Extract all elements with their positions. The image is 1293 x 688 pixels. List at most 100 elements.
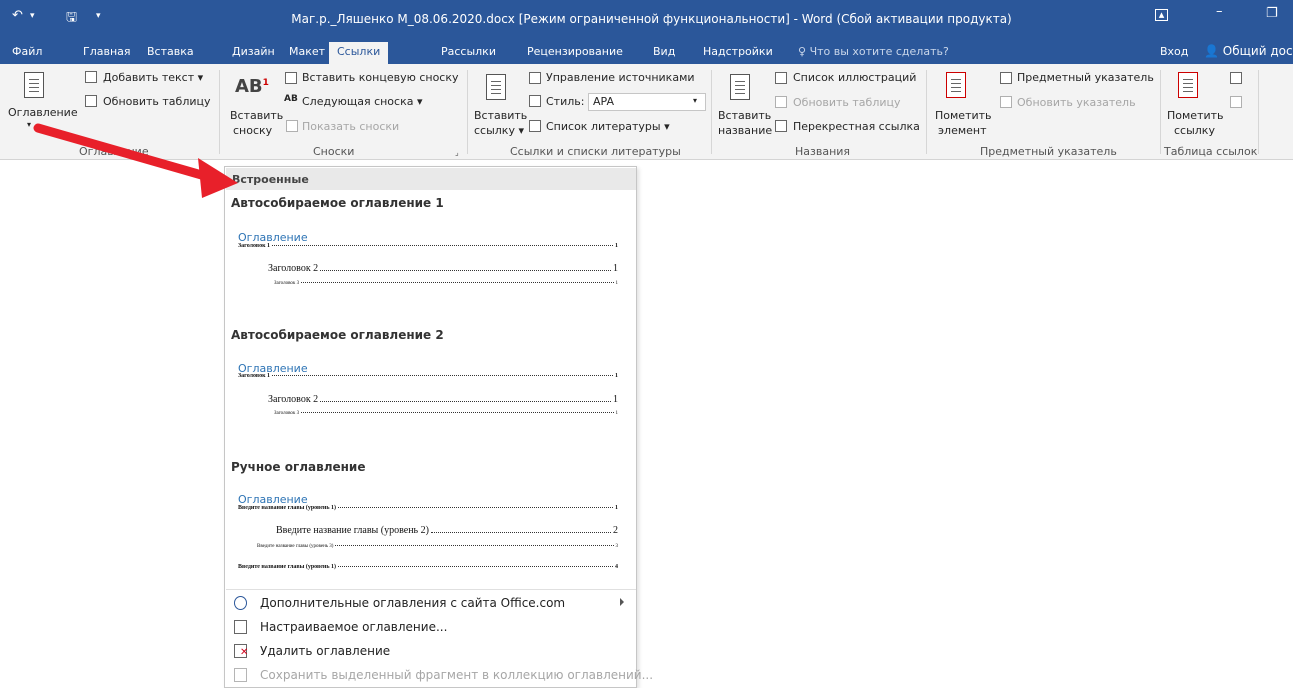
- remove-toc-menu-item[interactable]: ✕ Удалить оглавление: [226, 640, 636, 662]
- toc-preview-line: Введите название главы (уровень 3) 3: [257, 544, 618, 549]
- delete-document-icon: ✕: [234, 644, 248, 658]
- show-notes-icon: [286, 120, 298, 132]
- lightbulb-icon: ♀: [798, 45, 810, 58]
- separator: [1258, 70, 1259, 154]
- update-index-icon: [1000, 96, 1012, 108]
- toc-preview-line: Введите название главы (уровень 1) 1: [238, 505, 618, 511]
- custom-toc-menu-item[interactable]: Настраиваемое оглавление...: [226, 616, 636, 638]
- show-notes-button[interactable]: Показать сноски: [302, 120, 399, 133]
- mark-citation-button-line2[interactable]: ссылку: [1174, 124, 1215, 137]
- table-of-figures-icon: [775, 72, 787, 84]
- office-globe-icon: [234, 596, 247, 610]
- cross-reference-button[interactable]: Перекрестная ссылка: [793, 120, 920, 133]
- gallery-section-header: Встроенные: [226, 168, 636, 190]
- tell-me-search[interactable]: ♀ Что вы хотите сделать?: [798, 45, 949, 58]
- toc-preview-line: Заголовок 11: [238, 373, 618, 379]
- add-text-button[interactable]: Добавить текст ▾: [103, 71, 203, 84]
- table-of-contents-button[interactable]: Оглавление: [8, 106, 78, 119]
- insert-caption-button-line2[interactable]: название: [718, 124, 772, 137]
- share-button[interactable]: 👤 Общий дост: [1204, 44, 1293, 58]
- window-title: Маг.р._Ляшенко М_08.06.2020.docx [Режим …: [291, 12, 1012, 26]
- tab-file[interactable]: Файл: [12, 45, 42, 58]
- update-table-of-authorities-icon[interactable]: [1230, 96, 1242, 108]
- insert-index-icon: [1000, 72, 1012, 84]
- manual-toc-option[interactable]: Ручное оглавление Оглавление Введите наз…: [226, 455, 636, 587]
- title-bar: ↶ ▾ 🖫 ▾ Маг.р._Ляшенко М_08.06.2020.docx…: [0, 0, 1293, 42]
- footnotes-group-label: Сноски: [313, 145, 355, 158]
- toc-group-label: Оглавление: [79, 145, 149, 158]
- tab-references[interactable]: Ссылки: [329, 42, 389, 64]
- insert-citation-button-line2[interactable]: ссылку ▾: [474, 124, 524, 137]
- auto-toc-1-title: Автособираемое оглавление 1: [231, 196, 444, 210]
- mark-entry-button-line2[interactable]: элемент: [938, 124, 987, 137]
- update-index-button[interactable]: Обновить указатель: [1017, 96, 1136, 109]
- insert-caption-button[interactable]: Вставить: [718, 109, 771, 122]
- person-icon: 👤: [1204, 44, 1219, 58]
- tab-mailings[interactable]: Рассылки: [441, 45, 496, 58]
- save-selection-to-gallery-menu-item[interactable]: Сохранить выделенный фрагмент в коллекци…: [226, 664, 653, 686]
- restore-icon[interactable]: ❐: [1266, 6, 1278, 21]
- add-text-icon: [85, 71, 97, 83]
- tab-layout[interactable]: Макет: [289, 45, 325, 58]
- authorities-group-label: Таблица ссылок: [1164, 145, 1258, 158]
- tab-insert[interactable]: Вставка: [147, 45, 194, 58]
- update-table-icon: [85, 95, 97, 107]
- bibliography-button[interactable]: Список литературы ▾: [546, 120, 670, 133]
- sign-in-link[interactable]: Вход: [1160, 45, 1188, 58]
- insert-endnote-icon: [285, 72, 297, 84]
- toc-preview-line: Заголовок 21: [268, 263, 618, 274]
- tab-addins[interactable]: Надстройки: [703, 45, 773, 58]
- style-select-value: APA: [593, 95, 614, 108]
- insert-index-button[interactable]: Предметный указатель: [1017, 71, 1154, 84]
- separator: [467, 70, 468, 154]
- auto-toc-1-option[interactable]: Автособираемое оглавление 1 Оглавление З…: [226, 191, 636, 331]
- manage-sources-button[interactable]: Управление источниками: [546, 71, 695, 84]
- index-group-label: Предметный указатель: [980, 145, 1117, 158]
- more-toc-from-office-menu-item[interactable]: Дополнительные оглавления с сайта Office…: [226, 592, 636, 614]
- tab-design[interactable]: Дизайн: [232, 45, 275, 58]
- toc-preview-line: Введите название главы (уровень 1) 4: [238, 564, 618, 570]
- document-icon: [234, 620, 247, 634]
- manual-toc-title: Ручное оглавление: [231, 460, 366, 474]
- captions-group-label: Названия: [795, 145, 851, 158]
- toc-gallery-dropdown: Встроенные Автособираемое оглавление 1 О…: [224, 166, 653, 688]
- chevron-down-icon[interactable]: ▾: [27, 120, 31, 129]
- insert-footnote-icon: AB1: [235, 76, 269, 97]
- update-table-figures-button[interactable]: Обновить таблицу: [793, 96, 901, 109]
- manage-sources-icon: [529, 72, 541, 84]
- next-footnote-button[interactable]: Следующая сноска ▾: [302, 95, 423, 108]
- ribbon-tabs: Файл Главная Вставка Дизайн Макет Ссылки…: [0, 42, 1293, 64]
- insert-caption-icon: [730, 74, 750, 100]
- style-select[interactable]: APA ▾: [588, 93, 706, 111]
- separator: [1160, 70, 1161, 154]
- minimize-icon[interactable]: –: [1216, 4, 1223, 19]
- toc-preview-line: Заголовок 31: [274, 411, 618, 416]
- ribbon-display-options-icon[interactable]: ▴: [1155, 9, 1168, 21]
- style-label: Стиль:: [546, 95, 585, 108]
- update-table-button[interactable]: Обновить таблицу: [103, 95, 211, 108]
- tab-review[interactable]: Рецензирование: [527, 45, 623, 58]
- dialog-launcher-icon[interactable]: ⌟: [455, 148, 459, 157]
- tab-home[interactable]: Главная: [83, 45, 131, 58]
- insert-footnote-button-line2[interactable]: сноску: [233, 124, 272, 137]
- insert-citation-icon: [486, 74, 506, 100]
- insert-footnote-button[interactable]: Вставить: [230, 109, 283, 122]
- table-of-figures-button[interactable]: Список иллюстраций: [793, 71, 916, 84]
- separator: [926, 70, 927, 154]
- citations-group-label: Ссылки и списки литературы: [510, 145, 681, 158]
- insert-citation-button[interactable]: Вставить: [474, 109, 527, 122]
- insert-table-of-authorities-icon[interactable]: [1230, 72, 1242, 84]
- toc-preview-line: Заголовок 21: [268, 394, 618, 405]
- mark-citation-button[interactable]: Пометить: [1167, 109, 1224, 122]
- auto-toc-2-title: Автособираемое оглавление 2: [231, 328, 444, 342]
- cross-reference-icon: [775, 120, 787, 132]
- chevron-down-icon: ▾: [693, 96, 698, 105]
- menu-separator: [226, 589, 636, 590]
- toc-preview-line: Введите название главы (уровень 2) 2: [276, 525, 618, 536]
- mark-entry-button[interactable]: Пометить: [935, 109, 992, 122]
- insert-endnote-button[interactable]: Вставить концевую сноску: [302, 71, 459, 84]
- tab-view[interactable]: Вид: [653, 45, 675, 58]
- mark-citation-icon: [1178, 72, 1198, 98]
- ribbon: Оглавление ▾ Добавить текст ▾ Обновить т…: [0, 64, 1293, 160]
- auto-toc-2-option[interactable]: Автособираемое оглавление 2 Оглавление З…: [226, 323, 636, 463]
